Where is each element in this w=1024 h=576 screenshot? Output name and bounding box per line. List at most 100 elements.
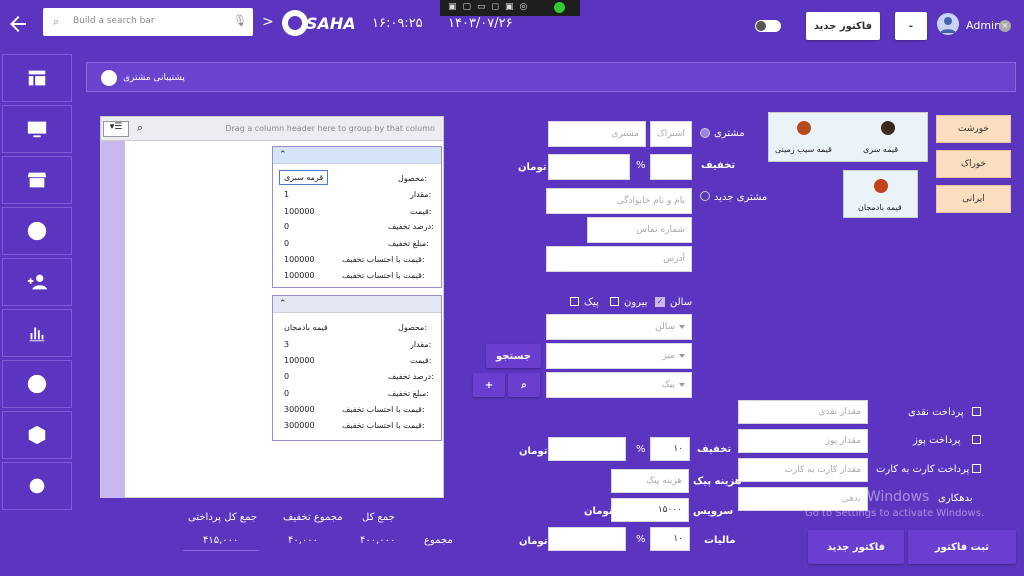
card-input[interactable]: مقدار کارت به کارت bbox=[738, 458, 868, 482]
phone-input[interactable]: شماره تماس bbox=[587, 217, 692, 243]
name-input[interactable]: نام و نام خانوادگی bbox=[546, 188, 692, 214]
hall-select[interactable]: سالن bbox=[546, 314, 692, 340]
order-item-card[interactable]: ⌃ bbox=[272, 295, 442, 441]
discount-percent-field[interactable] bbox=[650, 154, 692, 180]
minus-button[interactable]: - bbox=[895, 12, 927, 40]
out-label: بیرون bbox=[624, 297, 648, 308]
sidebar-item-packages[interactable] bbox=[2, 411, 72, 459]
category-stew[interactable]: خورشت bbox=[936, 115, 1011, 143]
palette-icon bbox=[27, 221, 47, 241]
payable-total-label: جمع کل پرداختی bbox=[188, 512, 258, 523]
customer-label: مشتری bbox=[714, 128, 745, 139]
payment-discount-amount[interactable] bbox=[548, 437, 626, 461]
cash-checkbox[interactable] bbox=[972, 407, 981, 416]
payable-underline bbox=[183, 550, 259, 551]
top-bar: ⌕ Build a search bar 🎙 > SAHA ۱۶:۰۹:۲۵ ۱… bbox=[0, 0, 1024, 48]
category-iranian[interactable]: ایرانی bbox=[936, 185, 1011, 213]
radio-customer[interactable] bbox=[700, 128, 710, 138]
courier-search-icon[interactable]: ⌕ bbox=[508, 373, 540, 397]
back-arrow-icon[interactable] bbox=[6, 12, 30, 36]
save-invoice-button[interactable]: ثبت فاکتور bbox=[908, 530, 1016, 564]
out-checkbox[interactable] bbox=[610, 297, 619, 306]
sidebar-item-support[interactable] bbox=[2, 360, 72, 408]
totals-row-label: مجموع bbox=[424, 535, 453, 546]
search-button[interactable]: جستجو bbox=[486, 344, 541, 368]
microphone-icon[interactable]: 🎙 bbox=[233, 14, 247, 27]
grid-search-icon[interactable]: ⌕ bbox=[137, 121, 143, 135]
product-value[interactable]: قرمه سبزی bbox=[279, 170, 329, 185]
sidebar-item-reports[interactable] bbox=[2, 309, 72, 357]
search-input[interactable]: Build a search bar bbox=[73, 16, 155, 26]
toggle-switch[interactable] bbox=[755, 20, 781, 32]
service-input[interactable]: ۱۵۰۰۰ bbox=[611, 498, 689, 522]
percent-sign: % bbox=[636, 444, 646, 455]
courier-checkbox[interactable] bbox=[570, 297, 579, 306]
search-bar[interactable]: ⌕ Build a search bar 🎙 bbox=[43, 8, 253, 36]
add-user-icon bbox=[27, 274, 48, 290]
sidebar-item-add-user[interactable] bbox=[2, 258, 72, 306]
discount-amount-field[interactable] bbox=[548, 154, 630, 180]
user-name: Admin bbox=[966, 19, 1002, 32]
activation-watermark-sub: Go to Settings to activate Windows. bbox=[805, 508, 985, 519]
hall-checkbox[interactable]: ✓ bbox=[655, 297, 665, 307]
cash-label: پرداخت نقدی bbox=[908, 407, 964, 418]
face-icon bbox=[27, 374, 47, 394]
add-courier-button[interactable]: + bbox=[473, 373, 505, 397]
tax-input[interactable]: ۱۰ bbox=[650, 527, 690, 551]
table-icon bbox=[28, 70, 46, 86]
payment-discount-field[interactable]: ۱۰ bbox=[650, 437, 690, 461]
card-checkbox[interactable] bbox=[972, 464, 981, 473]
product-tile[interactable]: قیمه بادمجان bbox=[843, 170, 918, 218]
address-input[interactable]: آدرس bbox=[546, 246, 692, 272]
discount-total-value: ۴۰,۰۰۰ bbox=[288, 535, 319, 546]
customer-select[interactable]: مشتری bbox=[548, 121, 646, 147]
bar-chart-icon bbox=[29, 327, 45, 342]
sidebar-item-store[interactable] bbox=[2, 156, 72, 204]
sidebar-item-palette[interactable] bbox=[2, 207, 72, 255]
courier-fee-input[interactable]: هزینه پیک bbox=[611, 469, 689, 493]
toman-label: تومان bbox=[584, 506, 613, 517]
avatar[interactable] bbox=[937, 13, 959, 35]
monitor-icon bbox=[27, 121, 47, 138]
order-item-card[interactable]: ⌃ bbox=[272, 146, 442, 288]
sidebar-item-monitor[interactable] bbox=[2, 105, 72, 153]
card-label: پرداخت کارت به کارت bbox=[876, 464, 970, 475]
panel-header: پشتیبانی مشتری bbox=[86, 62, 1016, 92]
courier-select[interactable]: پیک bbox=[546, 372, 692, 398]
gear-icon bbox=[29, 478, 45, 494]
product-tile[interactable]: قیمه سزی bbox=[859, 119, 919, 159]
percent-sign: % bbox=[636, 534, 646, 545]
collapse-icon[interactable]: ⌃ bbox=[273, 296, 441, 313]
selection-column bbox=[101, 141, 125, 498]
sidebar-item-settings[interactable] bbox=[2, 462, 72, 510]
payable-total-value: ۴۱۵,۰۰۰ bbox=[203, 535, 239, 546]
history-icon bbox=[101, 70, 117, 86]
pos-checkbox[interactable] bbox=[972, 435, 981, 444]
debt-label: بدهکاری bbox=[938, 493, 973, 504]
radio-new-customer[interactable] bbox=[700, 191, 710, 201]
product-tile[interactable]: قیمه سیب زمینی bbox=[771, 119, 851, 159]
pos-input[interactable]: مقدار پوز bbox=[738, 429, 868, 453]
pos-label: پرداخت پوز bbox=[913, 435, 961, 446]
column-chooser-button[interactable]: ▾☰ bbox=[103, 121, 129, 137]
new-customer-label: مشتری جدید bbox=[714, 192, 768, 203]
subscription-field[interactable]: اشتراک bbox=[650, 121, 692, 147]
tray-icons[interactable]: ▣▢▭◻▣◎ bbox=[448, 2, 533, 12]
tax-amount[interactable] bbox=[548, 527, 626, 551]
group-panel: ▾☰ ⌕ Drag a column header here to group … bbox=[101, 117, 443, 141]
collapse-icon[interactable]: ⌃ bbox=[273, 147, 441, 164]
check-icon[interactable] bbox=[554, 2, 565, 13]
store-icon bbox=[27, 172, 47, 188]
new-invoice-top-button[interactable]: فاکتور جدید bbox=[806, 12, 880, 40]
table-select[interactable]: میز bbox=[546, 343, 692, 369]
food-icon bbox=[874, 179, 888, 193]
clock-time: ۱۶:۰۹:۲۵ bbox=[372, 16, 423, 31]
sidebar-item-dashboard[interactable] bbox=[2, 54, 72, 102]
logo: SAHA bbox=[280, 8, 360, 38]
category-food[interactable]: خوراک bbox=[936, 150, 1011, 178]
sidebar bbox=[0, 48, 76, 576]
close-icon[interactable]: × bbox=[999, 20, 1011, 32]
group-hint: Drag a column header here to group by th… bbox=[225, 124, 435, 133]
cash-input[interactable]: مقدار نقدی bbox=[738, 400, 868, 424]
new-invoice-button[interactable]: فاکتور جدید bbox=[808, 530, 904, 564]
